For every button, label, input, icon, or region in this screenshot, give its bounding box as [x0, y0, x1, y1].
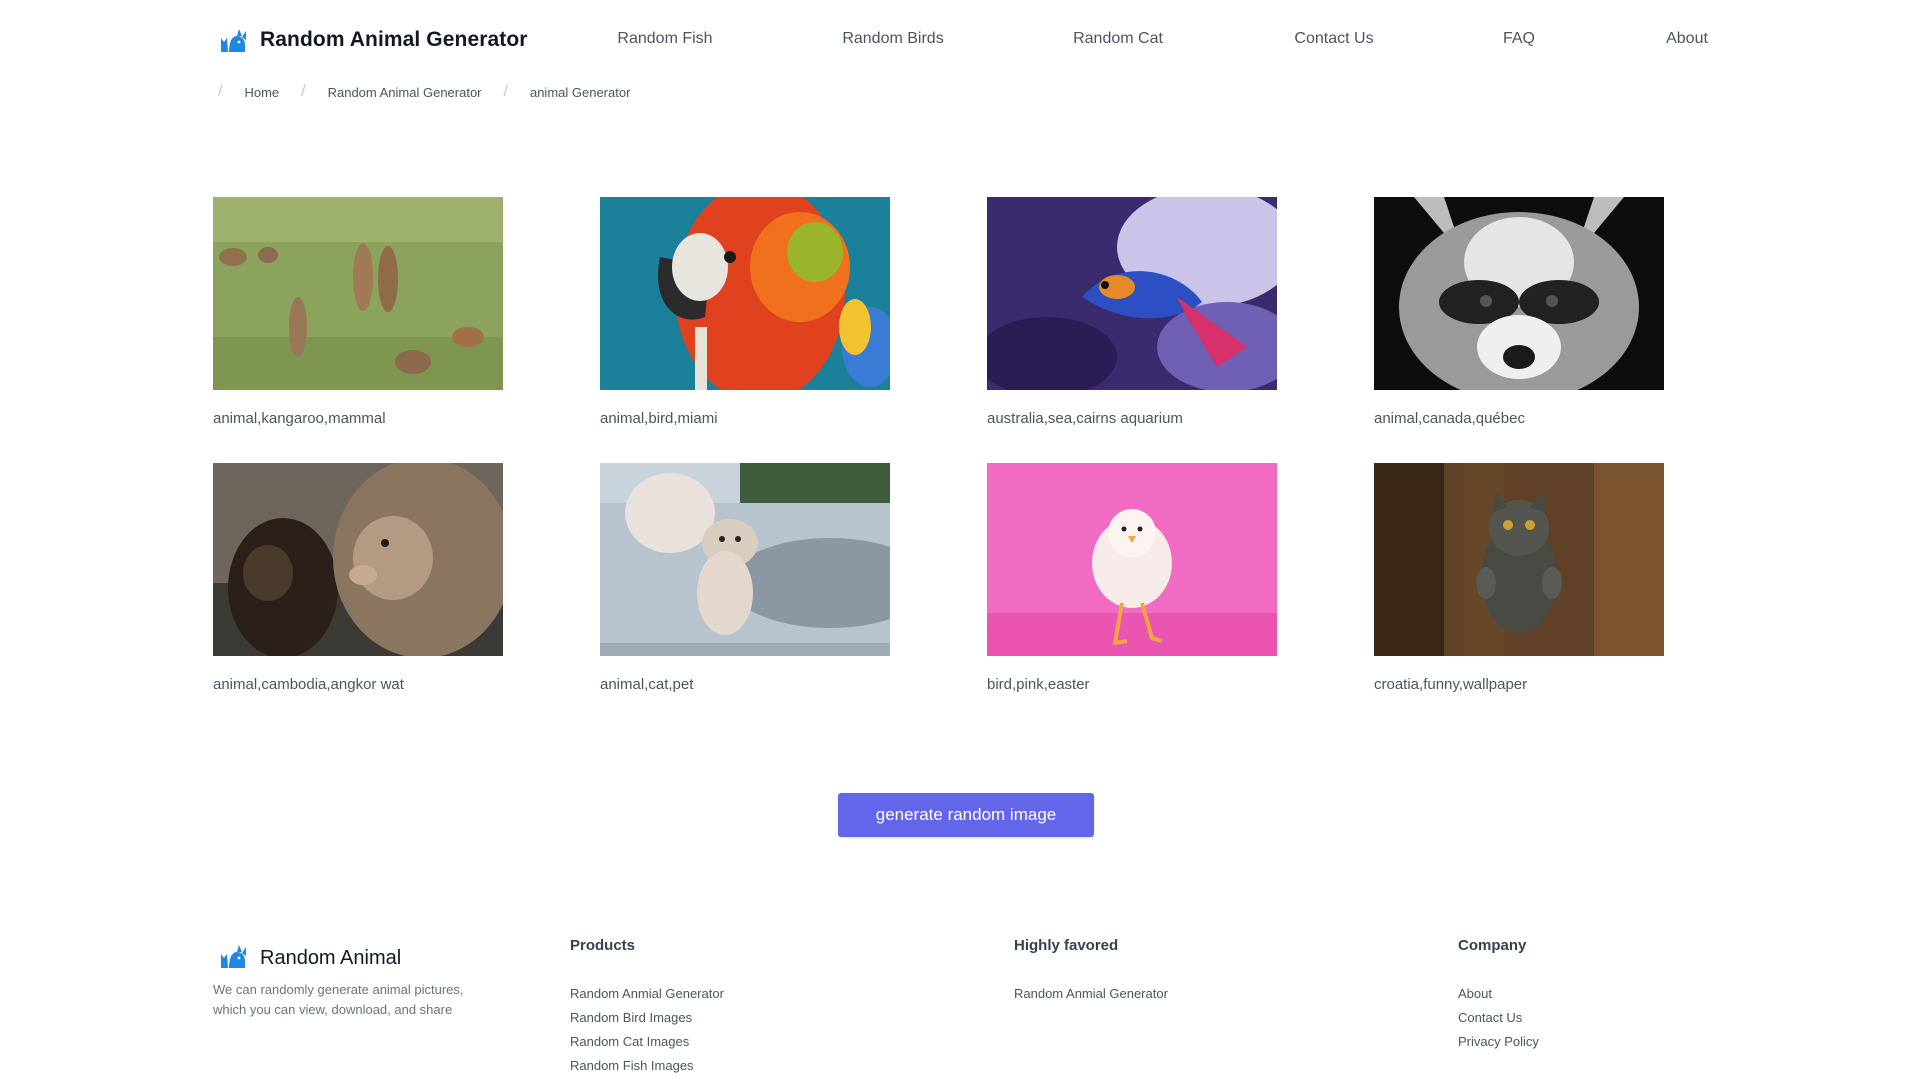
- kitten-on-couch-photo[interactable]: [600, 463, 890, 656]
- nav-contact-us[interactable]: Contact Us: [1294, 30, 1373, 48]
- nav-random-birds[interactable]: Random Birds: [842, 30, 943, 48]
- footer-link[interactable]: Random Fish Images: [570, 1054, 724, 1078]
- mandarin-fish-photo[interactable]: [987, 197, 1277, 390]
- breadcrumb-item-home[interactable]: / Home: [218, 83, 301, 101]
- image-caption: animal,cambodia,angkor wat: [213, 676, 404, 693]
- footer-brand-title: Random Animal: [260, 947, 402, 969]
- main-nav: Random Fish Random Birds Random Cat Cont…: [0, 30, 1920, 54]
- generate-random-image-button[interactable]: generate random image: [838, 793, 1094, 837]
- image-caption: australia,sea,cairns aquarium: [987, 410, 1183, 427]
- breadcrumb-label: Home: [244, 84, 280, 100]
- nav-about[interactable]: About: [1666, 30, 1708, 48]
- cat-logo-icon: [218, 942, 248, 975]
- footer-link[interactable]: Contact Us: [1458, 1006, 1539, 1030]
- image-caption: croatia,funny,wallpaper: [1374, 676, 1528, 693]
- image-caption: animal,canada,québec: [1374, 410, 1525, 427]
- footer-link[interactable]: About: [1458, 982, 1539, 1006]
- footer-link[interactable]: Random Anmial Generator: [570, 982, 724, 1006]
- gallery-card[interactable]: animal,cambodia,angkor wat: [213, 463, 509, 693]
- breadcrumb-label: animal Generator: [529, 84, 631, 100]
- standing-cat-photo[interactable]: [1374, 463, 1664, 656]
- gallery-card[interactable]: animal,cat,pet: [600, 463, 896, 693]
- monkeys-photo[interactable]: [213, 463, 503, 656]
- image-caption: animal,kangaroo,mammal: [213, 410, 386, 427]
- breadcrumb-separator-icon: /: [218, 83, 223, 100]
- footer-column-highly-favored: Highly favored Random Anmial Generator: [1014, 937, 1168, 1006]
- footer-link[interactable]: Privacy Policy: [1458, 1030, 1539, 1054]
- breadcrumb-separator-icon: /: [503, 83, 508, 100]
- gallery-card[interactable]: animal,canada,québec: [1374, 197, 1670, 427]
- nav-faq[interactable]: FAQ: [1503, 30, 1535, 48]
- footer-column-company: Company About Contact Us Privacy Policy: [1458, 937, 1539, 1054]
- kangaroo-photo[interactable]: [213, 197, 503, 390]
- breadcrumb-label: Random Animal Generator: [327, 84, 482, 100]
- image-caption: bird,pink,easter: [987, 676, 1090, 693]
- footer-brand[interactable]: Random Animal: [218, 942, 401, 975]
- nav-random-fish[interactable]: Random Fish: [617, 30, 712, 48]
- site-header: Random Animal Generator Random Fish Rand…: [0, 0, 1920, 80]
- gallery-card[interactable]: bird,pink,easter: [987, 463, 1283, 693]
- breadcrumb-item-generator[interactable]: / Random Animal Generator: [301, 83, 503, 101]
- footer-link[interactable]: Random Anmial Generator: [1014, 982, 1168, 1006]
- footer-column-products: Products Random Anmial Generator Random …: [570, 937, 724, 1078]
- footer-description: We can randomly generate animal pictures…: [213, 982, 464, 1017]
- breadcrumb-separator-icon: /: [301, 83, 306, 100]
- image-caption: animal,bird,miami: [600, 410, 718, 427]
- nav-random-cat[interactable]: Random Cat: [1073, 30, 1163, 48]
- image-caption: animal,cat,pet: [600, 676, 694, 693]
- footer-link[interactable]: Random Cat Images: [570, 1030, 724, 1054]
- footer-column-title: Company: [1458, 937, 1527, 954]
- footer-column-title: Highly favored: [1014, 937, 1119, 954]
- footer-column-title: Products: [570, 937, 636, 954]
- breadcrumb-item-current: / animal Generator: [504, 83, 653, 101]
- breadcrumb: / Home / Random Animal Generator / anima…: [218, 83, 652, 101]
- gallery-card[interactable]: animal,bird,miami: [600, 197, 896, 427]
- chick-photo[interactable]: [987, 463, 1277, 656]
- gallery-card[interactable]: australia,sea,cairns aquarium: [987, 197, 1283, 427]
- raccoon-photo[interactable]: [1374, 197, 1664, 390]
- parrot-photo[interactable]: [600, 197, 890, 390]
- gallery-card[interactable]: animal,kangaroo,mammal: [213, 197, 509, 427]
- footer-link[interactable]: Random Bird Images: [570, 1006, 724, 1030]
- gallery-card[interactable]: croatia,funny,wallpaper: [1374, 463, 1670, 693]
